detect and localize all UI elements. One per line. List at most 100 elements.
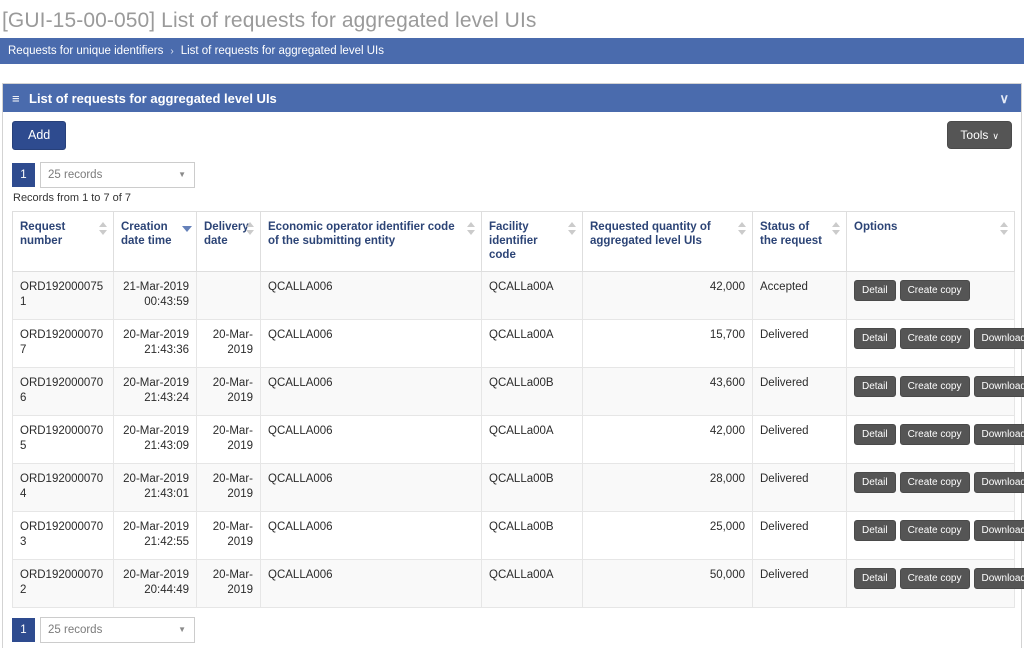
tools-button[interactable]: Tools ∨ [947, 121, 1012, 149]
table-row: ORD1920000707 20-Mar-2019 21:43:36 20-Mar-2… [12, 318, 1024, 368]
column-header-status-of-the-request[interactable]: Status of the request [752, 210, 847, 272]
cell-status: Delivered [752, 366, 847, 416]
add-button[interactable]: Add [12, 121, 67, 150]
download-button[interactable]: Download [973, 423, 1024, 445]
column-label: Request number [20, 220, 66, 247]
create-copy-button[interactable]: Create copy [899, 375, 970, 397]
create-copy-button[interactable]: Create copy [899, 423, 970, 445]
cell-economic-operator: QCALLA006 [260, 414, 482, 464]
records-per-page-value-top: 25 records [48, 168, 103, 181]
cell-request-number: ORD1920000751 [12, 270, 114, 320]
cell-facility-code: QCALLa00A [481, 558, 583, 608]
cell-economic-operator: QCALLA006 [260, 558, 482, 608]
detail-button[interactable]: Detail [854, 519, 896, 541]
options-button-group: Detail Create copy Download [854, 423, 1024, 445]
cell-requested-quantity: 28,000 [582, 462, 753, 512]
sort-icon[interactable] [467, 221, 476, 235]
table-header: Request number Creation date time Delive… [12, 210, 1015, 272]
column-header-requested-quantity[interactable]: Requested quantity of aggregated level U… [582, 210, 753, 272]
pagination-bottom: 1 25 records ▼ Records from 1 to 7 of 7 [12, 616, 1012, 648]
tools-button-label: Tools [960, 128, 989, 142]
pager-row-bottom: 1 25 records ▼ [12, 616, 1012, 643]
detail-button[interactable]: Detail [854, 375, 896, 397]
pagination-top: 1 25 records ▼ Records from 1 to 7 of 7 [12, 161, 1012, 204]
table-row: ORD1920000703 20-Mar-2019 21:42:55 20-Mar-2… [12, 510, 1024, 560]
cell-creation-date-time: 21-Mar-2019 00:43:59 [113, 270, 197, 320]
page-title: [GUI-15-00-050] List of requests for agg… [2, 9, 537, 32]
records-per-page-select-bottom[interactable]: 25 records ▼ [40, 616, 195, 643]
column-label: Requested quantity of aggregated level U… [590, 220, 711, 247]
column-header-creation-date-time[interactable]: Creation date time [113, 210, 197, 272]
column-label: Options [854, 220, 898, 233]
cell-status: Delivered [752, 510, 847, 560]
column-header-request-number[interactable]: Request number [12, 210, 114, 272]
column-label: Creation date time [121, 220, 172, 247]
cell-economic-operator: QCALLA006 [260, 270, 482, 320]
cell-request-number: ORD1920000705 [12, 414, 114, 464]
sort-icon[interactable] [99, 221, 108, 235]
create-copy-button[interactable]: Create copy [899, 567, 970, 589]
column-label: Facility identifier code [489, 220, 538, 262]
download-button[interactable]: Download [973, 375, 1024, 397]
requests-panel: ≡ List of requests for aggregated level … [2, 83, 1024, 648]
hamburger-icon: ≡ [12, 90, 20, 106]
cell-request-number: ORD1920000704 [12, 462, 114, 512]
panel-body: Add Tools ∨ 1 25 records ▼ Records from 1… [3, 112, 1024, 648]
page-number-1-bottom[interactable]: 1 [12, 617, 35, 642]
sort-icon[interactable] [738, 221, 747, 235]
table-row: ORD1920000704 20-Mar-2019 21:43:01 20-Mar-2… [12, 462, 1024, 512]
cell-economic-operator: QCALLA006 [260, 318, 482, 368]
column-header-economic-operator-identifier-code[interactable]: Economic operator identifier code of the… [260, 210, 482, 272]
sort-icon[interactable] [246, 221, 255, 235]
cell-economic-operator: QCALLA006 [260, 510, 482, 560]
cell-options: Detail Create copy Download [846, 510, 1024, 560]
column-header-options[interactable]: Options [846, 210, 1015, 272]
options-button-group: Detail Create copy Download [854, 471, 1024, 493]
breadcrumb-item-current: List of requests for aggregated level UI… [180, 45, 384, 57]
records-info-top: Records from 1 to 7 of 7 [13, 191, 131, 204]
sort-icon-descending[interactable] [182, 222, 192, 235]
cell-creation-date-time: 20-Mar-2019 21:43:01 [113, 462, 197, 512]
create-copy-button[interactable]: Create copy [899, 519, 970, 541]
breadcrumb-item-parent[interactable]: Requests for unique identifiers [8, 45, 163, 57]
records-per-page-select-top[interactable]: 25 records ▼ [40, 161, 195, 188]
cell-facility-code: QCALLa00A [481, 414, 583, 464]
requests-table: Request number Creation date time Delive… [12, 210, 1024, 608]
chevron-down-icon[interactable]: ∨ [999, 92, 1009, 105]
download-button[interactable]: Download [973, 519, 1024, 541]
options-button-group: Detail Create copy Download [854, 327, 1024, 349]
cell-creation-date-time: 20-Mar-2019 21:43:09 [113, 414, 197, 464]
cell-delivery-date: 20-Mar-2019 [196, 462, 261, 512]
download-button[interactable]: Download [973, 471, 1024, 493]
cell-status: Accepted [752, 270, 847, 320]
sort-icon[interactable] [568, 221, 577, 235]
table-header-row: Request number Creation date time Delive… [12, 210, 1015, 272]
detail-button[interactable]: Detail [854, 279, 896, 301]
detail-button[interactable]: Detail [854, 423, 896, 445]
column-header-facility-identifier-code[interactable]: Facility identifier code [481, 210, 583, 272]
table-body: ORD1920000751 21-Mar-2019 00:43:59 QCALLA00… [12, 270, 1024, 608]
download-button[interactable]: Download [973, 327, 1024, 349]
create-copy-button[interactable]: Create copy [899, 327, 970, 349]
detail-button[interactable]: Detail [854, 567, 896, 589]
options-button-group: Detail Create copy Download [854, 519, 1024, 541]
column-header-delivery-date[interactable]: Delivery date [196, 210, 261, 272]
table-row: ORD1920000702 20-Mar-2019 20:44:49 20-Mar-2… [12, 558, 1024, 608]
panel-header: ≡ List of requests for aggregated level … [3, 84, 1021, 112]
sort-icon[interactable] [1000, 221, 1009, 235]
sort-icon[interactable] [832, 221, 841, 235]
create-copy-button[interactable]: Create copy [899, 279, 970, 301]
cell-creation-date-time: 20-Mar-2019 21:43:24 [113, 366, 197, 416]
create-copy-button[interactable]: Create copy [899, 471, 970, 493]
cell-options: Detail Create copy Download [846, 318, 1024, 368]
cell-facility-code: QCALLa00B [481, 366, 583, 416]
page-number-1-top[interactable]: 1 [12, 162, 35, 187]
detail-button[interactable]: Detail [854, 471, 896, 493]
download-button[interactable]: Download [973, 567, 1024, 589]
detail-button[interactable]: Detail [854, 327, 896, 349]
cell-requested-quantity: 43,600 [582, 366, 753, 416]
cell-options: Detail Create copy [846, 270, 1015, 320]
panel-title: List of requests for aggregated level UI… [29, 90, 277, 106]
cell-options: Detail Create copy Download [846, 462, 1024, 512]
column-label: Status of the request [760, 220, 822, 247]
